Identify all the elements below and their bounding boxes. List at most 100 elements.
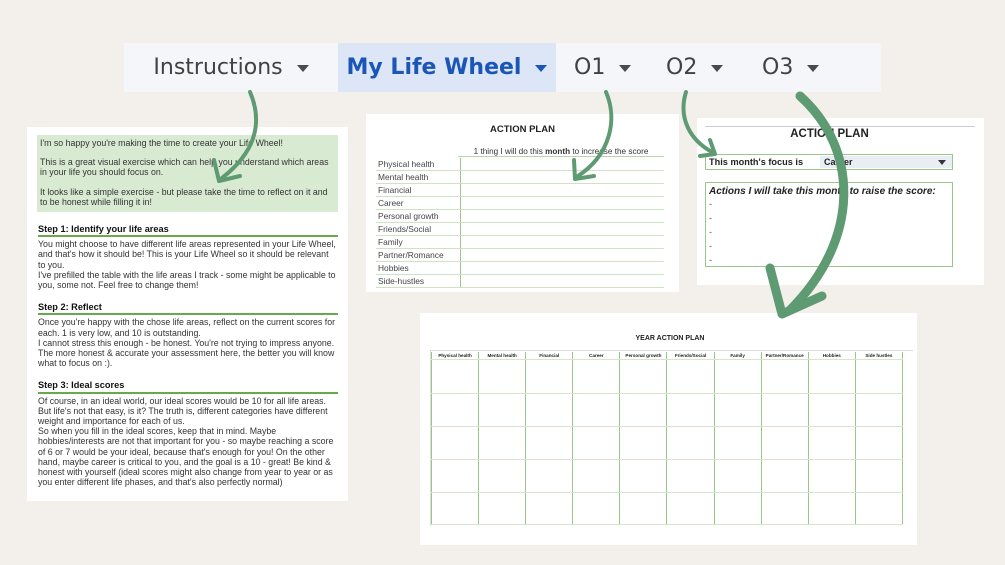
step-2: Step 2: Reflect Once you're happy with t… bbox=[38, 302, 338, 368]
life-area-label: Friends/Social bbox=[376, 223, 461, 235]
step-1: Step 1: Identify your life areas You mig… bbox=[38, 224, 338, 290]
action-bullet[interactable]: - bbox=[706, 225, 952, 239]
intro-box: I'm so happy you're making the time to c… bbox=[37, 135, 338, 213]
focus-row: This month's focus is Career bbox=[705, 154, 953, 170]
life-area-label: Physical health bbox=[376, 158, 461, 170]
year-plan-grid: Physical health Mental health Financial Car… bbox=[431, 352, 903, 524]
action-plan-title: ACTION PLAN bbox=[790, 128, 869, 140]
step-body: Of course, in an ideal world, our ideal … bbox=[38, 395, 334, 488]
year-action-plan-preview: YEAR ACTION PLAN Physical health Mental h… bbox=[420, 313, 917, 545]
year-plan-column[interactable]: Mental health bbox=[479, 352, 527, 524]
action-cell[interactable] bbox=[461, 275, 664, 287]
dropdown-arrow-icon bbox=[938, 160, 946, 165]
action-cell[interactable] bbox=[461, 262, 664, 274]
tab-o2[interactable]: O2 bbox=[666, 43, 726, 92]
life-area-row: Physical health bbox=[376, 158, 664, 171]
actions-box: Actions I will take this month to raise … bbox=[705, 182, 953, 267]
chevron-down-icon[interactable] bbox=[296, 65, 309, 72]
focus-dropdown[interactable]: Career bbox=[820, 156, 952, 168]
year-plan-column[interactable]: Friends/Social bbox=[667, 352, 715, 524]
step-3: Step 3: Ideal scores Of course, in an id… bbox=[38, 380, 338, 487]
year-plan-column[interactable]: Financial bbox=[526, 352, 574, 524]
action-bullet[interactable]: - bbox=[706, 197, 952, 211]
life-area-row: Career bbox=[376, 197, 664, 210]
life-area-label: Personal growth bbox=[376, 210, 461, 222]
grid-row-line bbox=[431, 393, 903, 394]
life-area-row: Mental health bbox=[376, 171, 664, 184]
year-plan-column[interactable]: Personal growth bbox=[620, 352, 668, 524]
action-cell[interactable] bbox=[461, 210, 664, 222]
action-plan-column-header: 1 thing I will do this month to increase… bbox=[458, 147, 664, 157]
life-area-row: Friends/Social bbox=[376, 223, 664, 236]
intro-text: I'm so happy you're making the time to c… bbox=[40, 138, 283, 148]
action-cell[interactable] bbox=[461, 197, 664, 209]
life-area-row: Partner/Romance bbox=[376, 249, 664, 262]
step-body: Once you're happy with the chose life ar… bbox=[38, 317, 336, 369]
action-cell[interactable] bbox=[461, 158, 664, 170]
life-area-label: Hobbies bbox=[376, 262, 461, 274]
action-bullet[interactable]: - bbox=[706, 239, 952, 253]
grid-row-line bbox=[431, 492, 903, 493]
instructions-sheet-preview: I'm so happy you're making the time to c… bbox=[27, 127, 348, 501]
life-area-label: Family bbox=[376, 236, 461, 248]
header-text: to increase the score bbox=[570, 147, 649, 156]
tab-o1[interactable]: O1 bbox=[574, 43, 634, 92]
tab-label: O2 bbox=[666, 55, 698, 80]
focus-label: This month's focus is bbox=[709, 157, 804, 167]
tab-label: Instructions bbox=[153, 55, 283, 80]
action-cell[interactable] bbox=[461, 171, 664, 183]
action-plan-table-preview: ACTION PLAN 1 thing I will do this month… bbox=[366, 114, 679, 292]
step-title: Step 3: Ideal scores bbox=[38, 380, 338, 394]
grid-row-line bbox=[431, 459, 903, 460]
intro-text: This is a great visual exercise which ca… bbox=[40, 157, 329, 178]
year-plan-column[interactable]: Career bbox=[573, 352, 621, 524]
year-plan-column[interactable]: Family bbox=[714, 352, 762, 524]
tab-instructions[interactable]: Instructions bbox=[124, 43, 338, 92]
action-bullet[interactable]: - bbox=[706, 211, 952, 225]
action-bullet[interactable]: - bbox=[706, 253, 952, 267]
chevron-down-icon[interactable] bbox=[535, 65, 548, 72]
action-cell[interactable] bbox=[461, 249, 664, 261]
year-action-plan-title: YEAR ACTION PLAN bbox=[635, 335, 705, 342]
grid-row-line bbox=[431, 359, 903, 360]
year-plan-column[interactable]: Hobbies bbox=[808, 352, 856, 524]
life-area-label: Financial bbox=[376, 184, 461, 196]
step-title: Step 1: Identify your life areas bbox=[38, 224, 338, 238]
tab-label: O1 bbox=[574, 55, 606, 80]
actions-label: Actions I will take this month to raise … bbox=[709, 186, 936, 197]
grid-row-line bbox=[431, 524, 903, 525]
focus-action-plan-preview: ACTION PLAN This month's focus is Career… bbox=[697, 118, 984, 285]
intro-text: It looks like a simple exercise - but pl… bbox=[40, 186, 328, 207]
grid-row-line bbox=[431, 426, 903, 427]
life-area-row: Family bbox=[376, 236, 664, 249]
tab-label: My Life Wheel bbox=[346, 55, 522, 80]
step-body: You might choose to have different life … bbox=[38, 239, 336, 291]
step-title: Step 2: Reflect bbox=[38, 302, 338, 316]
chevron-down-icon[interactable] bbox=[711, 65, 724, 72]
life-area-label: Career bbox=[376, 197, 461, 209]
header-bold-text: month bbox=[545, 147, 571, 156]
action-cell[interactable] bbox=[461, 184, 664, 196]
action-cell[interactable] bbox=[461, 236, 664, 248]
year-plan-column[interactable]: Partner/Romance bbox=[761, 352, 809, 524]
life-area-label: Mental health bbox=[376, 171, 461, 183]
chevron-down-icon[interactable] bbox=[807, 65, 820, 72]
year-plan-column[interactable]: Side hustles bbox=[855, 352, 903, 524]
tab-my-life-wheel[interactable]: My Life Wheel bbox=[338, 43, 556, 92]
year-plan-column[interactable]: Physical health bbox=[431, 352, 480, 524]
life-area-label: Side-hustles bbox=[376, 275, 461, 287]
life-area-rows: Physical health Mental health Financial Car… bbox=[376, 158, 664, 288]
life-area-row: Personal growth bbox=[376, 210, 664, 223]
focus-value: Career bbox=[824, 157, 853, 167]
header-text: 1 thing I will do this bbox=[473, 147, 546, 156]
tab-o3[interactable]: O3 bbox=[762, 43, 822, 92]
action-plan-title: ACTION PLAN bbox=[490, 124, 555, 135]
life-area-label: Partner/Romance bbox=[376, 249, 461, 261]
chevron-down-icon[interactable] bbox=[619, 65, 632, 72]
action-cell[interactable] bbox=[461, 223, 664, 235]
top-divider bbox=[705, 126, 975, 127]
sheet-tab-bar: Instructions My Life Wheel O1 O2 O3 bbox=[124, 43, 881, 92]
tab-label: O3 bbox=[762, 55, 794, 80]
life-area-row: Side-hustles bbox=[376, 275, 664, 288]
life-area-row: Financial bbox=[376, 184, 664, 197]
